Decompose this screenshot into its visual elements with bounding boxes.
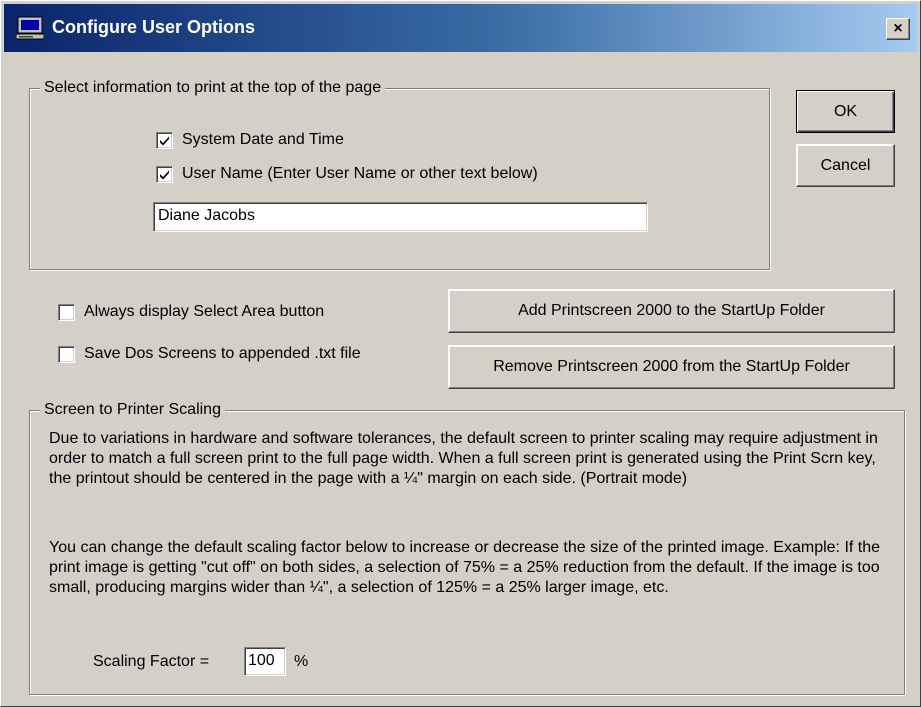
user-name-checkbox-row[interactable]: User Name (Enter User Name or other text… bbox=[156, 165, 538, 183]
monitor-icon bbox=[16, 16, 44, 40]
cancel-button[interactable]: Cancel bbox=[796, 144, 895, 187]
close-button[interactable]: × bbox=[886, 18, 910, 40]
header-info-legend: Select information to print at the top o… bbox=[40, 78, 386, 98]
dos-screens-checkbox[interactable] bbox=[58, 345, 75, 363]
header-info-group: Select information to print at the top o… bbox=[29, 78, 770, 270]
window-title: Configure User Options bbox=[52, 17, 256, 37]
dos-screens-label: Save Dos Screens to appended .txt file bbox=[84, 345, 361, 362]
ok-button[interactable]: OK bbox=[796, 90, 895, 133]
scaling-factor-label: Scaling Factor = bbox=[93, 653, 210, 670]
checkmark-icon bbox=[160, 136, 169, 145]
add-startup-button[interactable]: Add Printscreen 2000 to the StartUp Fold… bbox=[448, 289, 895, 333]
scaling-factor-input[interactable]: 100 bbox=[244, 647, 286, 676]
user-name-label: User Name (Enter User Name or other text… bbox=[182, 165, 538, 182]
system-date-label: System Date and Time bbox=[182, 131, 344, 148]
select-area-label: Always display Select Area button bbox=[84, 303, 325, 320]
checkmark-icon bbox=[160, 170, 169, 179]
scaling-group: Screen to Printer Scaling Due to variati… bbox=[29, 400, 905, 695]
scaling-description: Due to variations in hardware and softwa… bbox=[49, 430, 878, 487]
remove-startup-button[interactable]: Remove Printscreen 2000 from the StartUp… bbox=[448, 345, 895, 389]
select-area-checkbox-row[interactable]: Always display Select Area button bbox=[58, 303, 324, 321]
user-name-input[interactable]: Diane Jacobs bbox=[153, 202, 648, 232]
configure-user-options-dialog: Configure User Options × Select informat… bbox=[0, 0, 921, 707]
scaling-example: You can change the default scaling facto… bbox=[49, 539, 881, 596]
title-bar[interactable]: Configure User Options × bbox=[4, 4, 917, 52]
system-date-checkbox[interactable] bbox=[156, 131, 173, 149]
scaling-factor-unit: % bbox=[294, 653, 309, 670]
system-date-checkbox-row[interactable]: System Date and Time bbox=[156, 131, 344, 149]
close-icon: × bbox=[893, 20, 903, 37]
scaling-legend: Screen to Printer Scaling bbox=[40, 400, 225, 420]
user-name-checkbox[interactable] bbox=[156, 165, 173, 183]
select-area-checkbox[interactable] bbox=[58, 303, 75, 321]
dos-screens-checkbox-row[interactable]: Save Dos Screens to appended .txt file bbox=[58, 345, 361, 363]
